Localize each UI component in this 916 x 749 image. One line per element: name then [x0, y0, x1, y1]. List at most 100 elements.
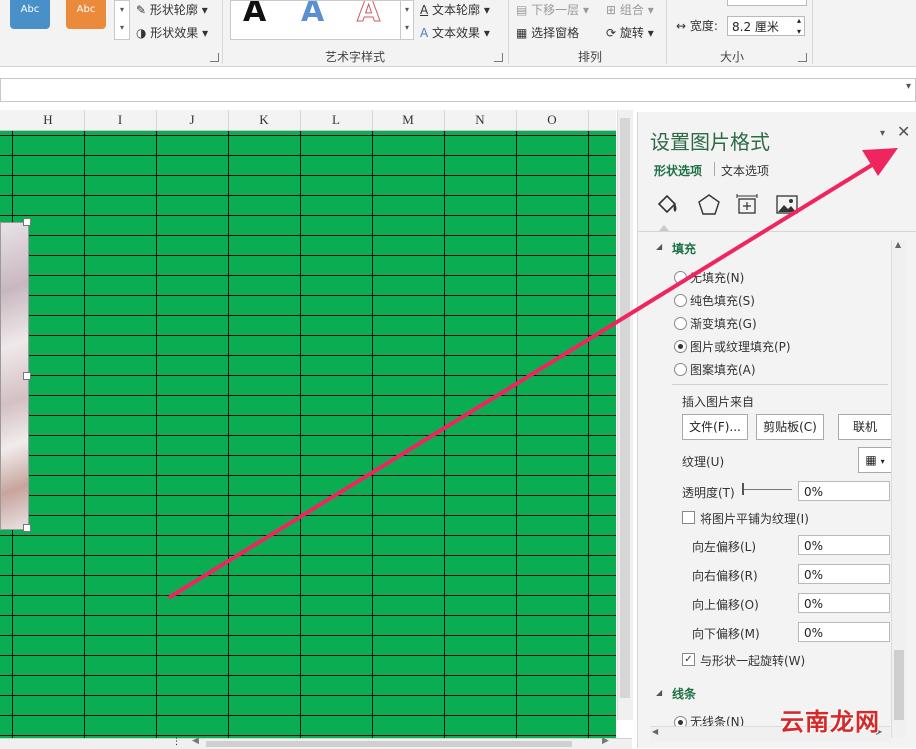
watermark: 云南龙网	[780, 708, 880, 736]
rotate-icon: ⟳	[606, 26, 620, 40]
pane-title: 设置图片格式	[650, 130, 770, 154]
picture-fill-label: 图片或纹理填充(P)	[690, 340, 791, 354]
dialog-launcher-icon[interactable]	[210, 53, 219, 62]
scroll-up-icon[interactable]: ▲	[895, 240, 901, 249]
wordart-group-label: 艺术字样式	[324, 50, 385, 64]
fill-line-icon[interactable]	[654, 192, 680, 218]
radio-pattern-fill[interactable]	[674, 363, 687, 376]
pane-options-icon[interactable]: ▾	[880, 128, 885, 139]
resize-handle[interactable]	[23, 372, 31, 380]
texture-picker[interactable]: ▦ ▾	[858, 447, 892, 473]
send-backward-icon: ▤	[516, 3, 532, 17]
column-headers: H I J K L M N O	[0, 110, 616, 131]
online-button[interactable]: 联机(E)...	[838, 414, 892, 440]
ribbon-separator	[222, 0, 223, 64]
column-header[interactable]: L	[300, 110, 373, 130]
collapse-line-icon[interactable]: ◢	[656, 688, 662, 697]
cell-grid[interactable]	[0, 131, 616, 738]
expand-formula-icon[interactable]: ▾	[906, 81, 911, 92]
resize-handle[interactable]	[23, 524, 31, 532]
dialog-launcher-icon[interactable]	[494, 53, 503, 62]
wordart-blue[interactable]: A	[301, 1, 324, 27]
tab-text-options[interactable]: 文本选项	[721, 162, 769, 179]
scrollbar-thumb[interactable]	[206, 741, 572, 747]
offset-left-input[interactable]: 0%	[798, 535, 890, 555]
picture-icon[interactable]	[774, 192, 800, 218]
column-header[interactable]: I	[84, 110, 157, 130]
rotate-with-shape-checkbox[interactable]: ✓	[682, 653, 695, 666]
scroll-left-icon[interactable]: ◀	[192, 736, 199, 746]
style-gallery-scroll[interactable]: ▾ ▾	[114, 0, 130, 40]
size-properties-icon[interactable]	[734, 192, 760, 218]
height-field[interactable]	[727, 0, 807, 6]
shape-style-orange[interactable]: Abc	[66, 0, 106, 29]
insert-from-label: 插入图片来自	[682, 395, 755, 409]
pattern-fill-label: 图案填充(A)	[690, 363, 756, 377]
shape-style-label: Abc	[20, 4, 40, 15]
shape-effect-button[interactable]: ◑ 形状效果 ▾	[136, 23, 208, 43]
slider-handle[interactable]	[742, 483, 744, 495]
width-input[interactable]: 8.2 厘米 ▴ ▾	[727, 16, 805, 36]
pane-scrollbar[interactable]: ▲	[891, 240, 906, 738]
offset-up-input[interactable]: 0%	[798, 593, 890, 613]
vertical-scrollbar[interactable]	[617, 110, 633, 720]
transparency-input[interactable]: 0%	[798, 481, 890, 501]
radio-picture-fill[interactable]	[674, 340, 687, 353]
send-backward-button[interactable]: ▤ 下移一层 ▾	[516, 0, 589, 20]
collapse-fill-icon[interactable]: ◢	[656, 242, 662, 251]
column-header[interactable]: H	[12, 110, 85, 130]
wordart-gallery-scroll[interactable]: ▾ ▾	[400, 0, 414, 40]
clipboard-button[interactable]: 剪贴板(C)	[756, 414, 824, 440]
spinner-icon[interactable]: ▴ ▾	[797, 15, 801, 37]
column-header[interactable]: K	[228, 110, 301, 130]
group-button[interactable]: ⊞ 组合 ▾	[606, 0, 654, 20]
fill-section-title[interactable]: 填充	[672, 240, 696, 257]
resize-handle[interactable]	[23, 218, 31, 226]
text-outline-button[interactable]: A 文本轮廓 ▾	[420, 0, 490, 20]
column-header[interactable]: N	[444, 110, 517, 130]
selection-pane-button[interactable]: ▦ 选择窗格	[516, 23, 579, 43]
wordart-black[interactable]: A	[243, 1, 266, 27]
column-header[interactable]: M	[372, 110, 445, 130]
sheet-tab-splitter-icon[interactable]: ⋮	[172, 737, 181, 747]
offset-right-input[interactable]: 0%	[798, 564, 890, 584]
file-button[interactable]: 文件(F)...	[682, 414, 748, 440]
horizontal-scrollbar[interactable]: ⋮ ◀ ▶	[0, 736, 632, 749]
column-header[interactable]: J	[156, 110, 229, 130]
tab-shape-options[interactable]: 形状选项	[654, 162, 702, 179]
effects-icon[interactable]	[696, 192, 722, 218]
scrollbar-thumb[interactable]	[620, 118, 630, 698]
no-fill-label: 无填充(N)	[690, 271, 745, 285]
transparency-slider[interactable]	[742, 489, 792, 490]
ribbon-separator	[508, 0, 509, 64]
tile-label: 将图片平铺为纹理(I)	[700, 512, 809, 526]
arrange-group-label: 排列	[577, 50, 602, 64]
scroll-right-icon[interactable]: ▶	[602, 736, 609, 746]
wordart-gallery[interactable]: A A A	[230, 0, 402, 40]
column-header[interactable]: O	[516, 110, 589, 130]
group-icon: ⊞	[606, 3, 620, 17]
shape-style-blue[interactable]: Abc	[10, 0, 50, 29]
close-icon[interactable]: ✕	[897, 122, 910, 141]
section-divider	[672, 384, 888, 385]
dialog-launcher-icon[interactable]	[798, 53, 807, 62]
text-effect-button[interactable]: A 文本效果 ▾	[420, 23, 490, 43]
effect-icon: ◑	[136, 26, 151, 40]
wordart-red-outline[interactable]: A	[356, 1, 380, 27]
format-picture-pane: 设置图片格式 ▾ ✕ 形状选项 文本选项 ◢ 填充 无填充(N) 纯色填充(S)…	[637, 112, 916, 748]
rotate-button[interactable]: ⟳ 旋转 ▾	[606, 23, 654, 43]
shape-outline-button[interactable]: ✎ 形状轮廓 ▾	[136, 0, 208, 20]
shape-style-label: Abc	[76, 4, 96, 15]
offset-down-input[interactable]: 0%	[798, 622, 890, 642]
size-group-label: 大小	[719, 50, 744, 64]
radio-no-fill[interactable]	[674, 271, 687, 284]
scrollbar-thumb[interactable]	[894, 650, 904, 720]
worksheet[interactable]: H I J K L M N O	[0, 110, 616, 738]
tile-checkbox[interactable]	[682, 511, 695, 524]
line-section-title[interactable]: 线条	[672, 685, 696, 702]
radio-solid-fill[interactable]	[674, 294, 687, 307]
radio-gradient-fill[interactable]	[674, 317, 687, 330]
solid-fill-label: 纯色填充(S)	[690, 294, 755, 308]
scroll-left-icon[interactable]: ◀	[652, 727, 658, 736]
formula-bar[interactable]: ▾	[0, 78, 916, 102]
